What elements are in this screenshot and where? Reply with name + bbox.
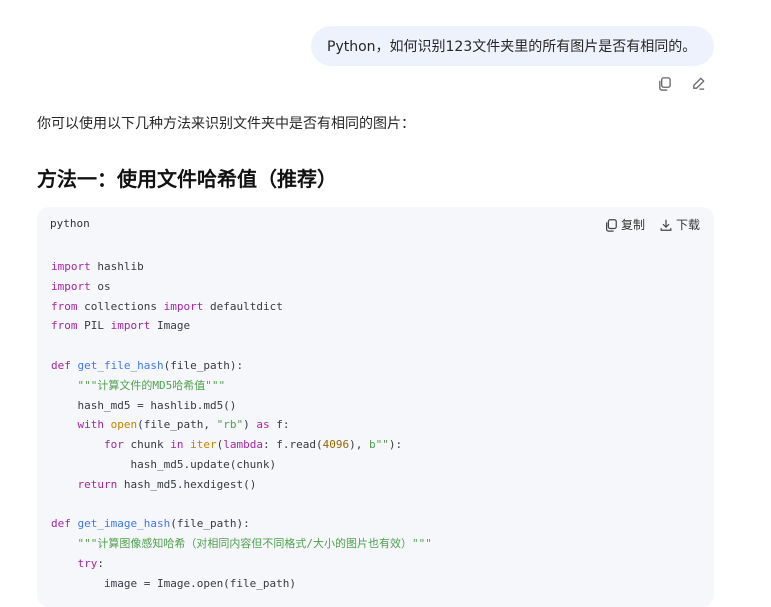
code-line: def get_file_hash(file_path): bbox=[51, 358, 244, 372]
edit-message-button[interactable] bbox=[689, 74, 707, 92]
user-message-text: Python，如何识别123文件夹里的所有图片是否有相同的。 bbox=[327, 39, 697, 55]
code-line: hash_md5.update(chunk) bbox=[51, 457, 277, 471]
code-content: import hashlib import os from collections … bbox=[51, 257, 432, 594]
copy-message-button[interactable] bbox=[655, 74, 673, 92]
code-line: from PIL import Image bbox=[51, 319, 191, 333]
code-line: try: bbox=[77, 556, 105, 570]
user-message-bubble: Python，如何识别123文件夹里的所有图片是否有相同的。 bbox=[311, 26, 714, 66]
code-line: """计算文件的MD5哈希值""" bbox=[77, 378, 226, 392]
copy-icon bbox=[605, 218, 617, 232]
download-code-label: 下载 bbox=[675, 218, 700, 232]
code-line: return hash_md5.hexdigest() bbox=[77, 477, 257, 491]
download-icon bbox=[660, 219, 672, 231]
code-line: image = Image.open(file_path) bbox=[51, 576, 297, 590]
code-line: hash_md5 = hashlib.md5() bbox=[51, 398, 237, 412]
code-toolbar: 复制 下载 bbox=[604, 216, 700, 233]
answer-intro: 你可以使用以下几种方法来识别文件夹中是否有相同的图片： bbox=[37, 116, 415, 132]
copy-code-label: 复制 bbox=[620, 218, 645, 232]
message-actions bbox=[655, 74, 707, 92]
code-line: from collections import defaultdict bbox=[51, 299, 283, 313]
code-line: with open(file_path, "rb") as f: bbox=[77, 418, 290, 432]
code-line: for chunk in iter(lambda: f.read(4096), … bbox=[103, 438, 403, 452]
copy-icon bbox=[658, 76, 671, 91]
edit-icon bbox=[692, 76, 705, 90]
download-code-button[interactable]: 下载 bbox=[659, 216, 700, 233]
code-block: python 复制 下载 import hashlib import os from… bbox=[37, 207, 714, 607]
code-line: import os bbox=[51, 279, 111, 293]
code-line: def get_image_hash(file_path): bbox=[51, 517, 250, 531]
copy-code-button[interactable]: 复制 bbox=[604, 216, 645, 233]
code-line: """计算图像感知哈希（对相同内容但不同格式/大小的图片也有效）""" bbox=[77, 537, 432, 551]
method-heading: 方法一：使用文件哈希值（推荐） bbox=[37, 167, 337, 191]
code-language-label: python bbox=[50, 217, 90, 230]
code-line: import hashlib bbox=[51, 260, 144, 273]
